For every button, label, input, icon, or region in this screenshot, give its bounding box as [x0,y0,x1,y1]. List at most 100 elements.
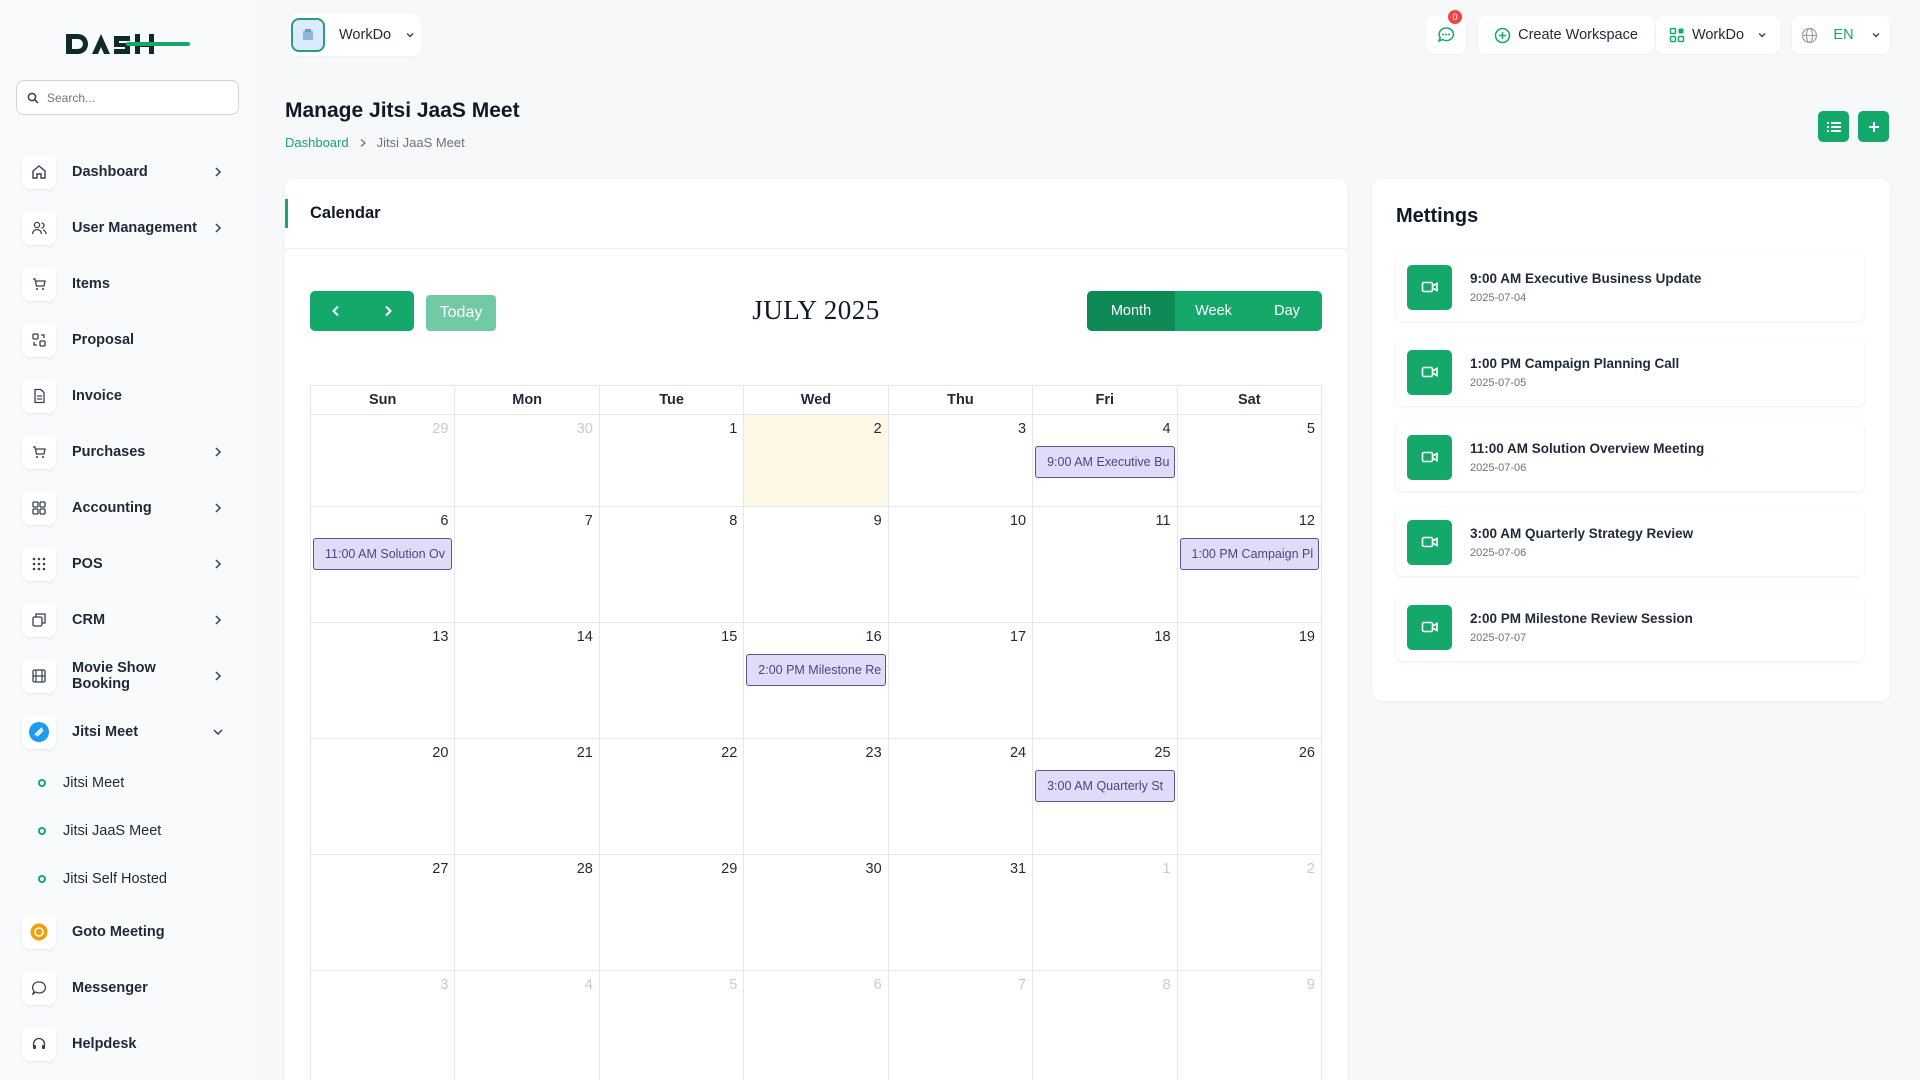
calendar-day[interactable]: 10 [889,507,1034,622]
calendar-day[interactable]: 21 [455,739,600,854]
calendar-day[interactable]: 8 [600,507,745,622]
calendar-event[interactable]: 2:00 PM Milestone Re [746,654,886,686]
calendar-day[interactable]: 30 [744,855,889,970]
calendar-week-row: 27 28 29 30 31 1 2 [310,854,1322,970]
calendar-day[interactable]: 6 11:00 AM Solution Ov [311,507,456,622]
calendar-day[interactable]: 27 [311,855,456,970]
meeting-list-item[interactable]: 1:00 PM Campaign Planning Call 2025-07-05 [1396,338,1864,406]
calendar-day[interactable]: 23 [744,739,889,854]
calendar-day[interactable]: 5 [600,971,745,1080]
header-accent-bar [285,199,288,228]
view-month-button[interactable]: Month [1087,291,1175,331]
sidebar-item-dashboard[interactable]: Dashboard [22,152,232,192]
day-number: 9 [1306,977,1315,993]
calendar-day[interactable]: 29 [311,415,456,506]
weekday-header-row: Sun Mon Tue Wed Thu Fri Sat [310,385,1322,414]
sidebar-subitem-jitsi-meet[interactable]: Jitsi Meet [38,771,124,795]
sidebar-item-goto-meeting[interactable]: Goto Meeting [22,912,232,952]
calendar-day[interactable]: 28 [455,855,600,970]
workspace-menu-button[interactable]: WorkDo [1656,16,1780,54]
calendar-day[interactable]: 4 9:00 AM Executive Bu [1033,415,1178,506]
calendar-day[interactable]: 26 [1178,739,1321,854]
sidebar-item-invoice[interactable]: Invoice [22,376,232,416]
calendar-event[interactable]: 9:00 AM Executive Bu [1035,446,1175,478]
calendar-event[interactable]: 3:00 AM Quarterly St [1035,770,1175,802]
sidebar-item-messenger[interactable]: Messenger [22,968,232,1008]
sidebar-item-items[interactable]: Items [22,264,232,304]
calendar-day[interactable]: 3 [889,415,1034,506]
day-number: 26 [1298,745,1315,761]
calendar-day[interactable]: 2 [1178,855,1321,970]
meeting-list-item[interactable]: 2:00 PM Milestone Review Session 2025-07-… [1396,593,1864,661]
sidebar-item-jitsi-meet[interactable]: Jitsi Meet [22,712,232,752]
calendar-day[interactable]: 7 [889,971,1034,1080]
view-week-button[interactable]: Week [1175,291,1252,331]
messages-button[interactable]: 0 [1426,10,1466,54]
day-number: 25 [1154,745,1171,761]
calendar-day[interactable]: 22 [600,739,745,854]
meeting-list-item[interactable]: 11:00 AM Solution Overview Meeting 2025-0… [1396,423,1864,491]
calendar-day[interactable]: 5 [1178,415,1321,506]
language-selector[interactable]: EN [1792,16,1890,54]
meeting-list-item[interactable]: 9:00 AM Executive Business Update 2025-07… [1396,253,1864,321]
calendar-day[interactable]: 17 [889,623,1034,738]
calendar-day[interactable]: 14 [455,623,600,738]
calendar-day-today[interactable]: 2 [744,415,889,506]
calendar-day[interactable]: 1 [600,415,745,506]
sidebar-item-label: Dashboard [72,164,148,180]
calendar-day[interactable]: 9 [744,507,889,622]
calendar-day[interactable]: 9 [1178,971,1321,1080]
sidebar-item-user-management[interactable]: User Management [22,208,232,248]
calendar-day[interactable]: 1 [1033,855,1178,970]
day-number: 16 [865,629,882,645]
calendar-day[interactable]: 25 3:00 AM Quarterly St [1033,739,1178,854]
calendar-day[interactable]: 18 [1033,623,1178,738]
sidebar-item-crm[interactable]: CRM [22,600,232,640]
calendar-day[interactable]: 3 [311,971,456,1080]
breadcrumb-dashboard-link[interactable]: Dashboard [285,135,349,150]
day-number: 6 [440,513,449,529]
calendar-day[interactable]: 20 [311,739,456,854]
sidebar-search[interactable] [16,80,239,115]
calendar-day[interactable]: 12 1:00 PM Campaign Pl [1178,507,1321,622]
calendar-day[interactable]: 19 [1178,623,1321,738]
view-switcher: Month Week Day [1087,291,1322,331]
calendar-day[interactable]: 16 2:00 PM Milestone Re [744,623,889,738]
calendar-day[interactable]: 7 [455,507,600,622]
calendar-day[interactable]: 13 [311,623,456,738]
calendar-day[interactable]: 11 [1033,507,1178,622]
calendar-day[interactable]: 4 [455,971,600,1080]
add-meeting-button[interactable] [1858,111,1889,142]
film-icon [22,659,56,693]
calendar-day[interactable]: 6 [744,971,889,1080]
video-camera-icon [1407,604,1452,650]
workspace-switcher[interactable]: WorkDo [289,14,421,56]
create-workspace-button[interactable]: Create Workspace [1478,16,1654,54]
calendar-week-row: 20 21 22 23 24 25 3:00 AM Quarterly St 26 [310,738,1322,854]
meeting-text: 9:00 AM Executive Business Update 2025-07… [1470,271,1701,304]
calendar-event[interactable]: 11:00 AM Solution Ov [313,538,453,570]
meeting-list-item[interactable]: 3:00 AM Quarterly Strategy Review 2025-07… [1396,508,1864,576]
calendar-day[interactable]: 29 [600,855,745,970]
calendar-day[interactable]: 31 [889,855,1034,970]
sidebar-item-helpdesk[interactable]: Helpdesk [22,1024,232,1064]
list-view-button[interactable] [1818,111,1849,142]
sidebar-item-accounting[interactable]: Accounting [22,488,232,528]
sidebar-item-purchases[interactable]: Purchases [22,432,232,472]
sidebar-item-pos[interactable]: POS [22,544,232,584]
calendar-day[interactable]: 15 [600,623,745,738]
sidebar-item-label: Jitsi Meet [72,724,139,740]
sidebar-item-movie-show-booking[interactable]: Movie Show Booking [22,656,232,696]
calendar-day[interactable]: 24 [889,739,1034,854]
dash-logo[interactable] [62,26,192,62]
video-camera-icon [1407,519,1452,565]
calendar-day[interactable]: 8 [1033,971,1178,1080]
calendar-day[interactable]: 30 [455,415,600,506]
calendar-event[interactable]: 1:00 PM Campaign Pl [1179,538,1319,570]
chevron-right-icon [215,615,222,625]
view-day-button[interactable]: Day [1252,291,1322,331]
search-input[interactable] [47,90,217,105]
sidebar-item-proposal[interactable]: Proposal [22,320,232,360]
sidebar-subitem-jitsi-jaas-meet[interactable]: Jitsi JaaS Meet [38,819,161,843]
sidebar-subitem-jitsi-self-hosted[interactable]: Jitsi Self Hosted [38,867,167,891]
